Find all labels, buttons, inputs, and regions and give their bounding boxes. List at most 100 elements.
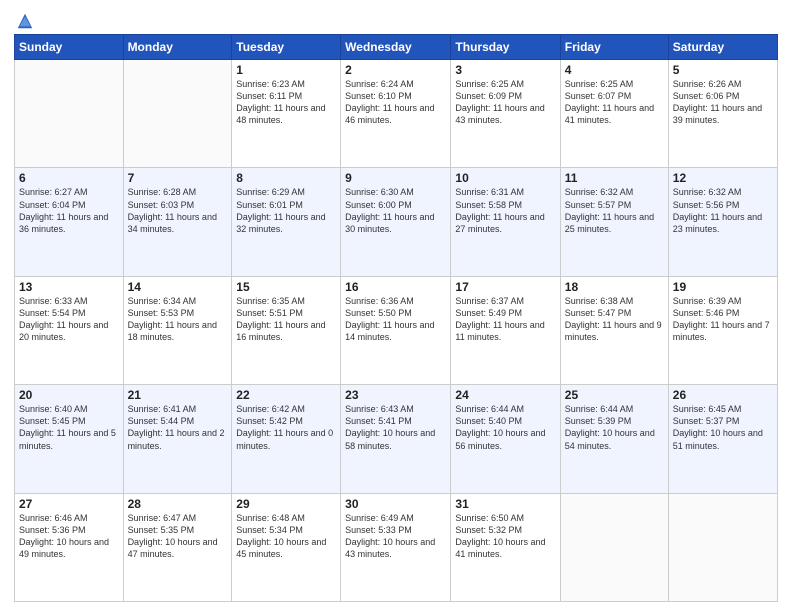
day-number: 9: [345, 171, 446, 185]
calendar-cell: 2Sunrise: 6:24 AM Sunset: 6:10 PM Daylig…: [341, 60, 451, 168]
day-number: 17: [455, 280, 555, 294]
calendar-cell: 8Sunrise: 6:29 AM Sunset: 6:01 PM Daylig…: [232, 168, 341, 276]
header: [14, 10, 778, 28]
calendar-week-row: 6Sunrise: 6:27 AM Sunset: 6:04 PM Daylig…: [15, 168, 778, 276]
calendar-cell: [560, 493, 668, 601]
calendar-week-row: 1Sunrise: 6:23 AM Sunset: 6:11 PM Daylig…: [15, 60, 778, 168]
day-number: 21: [128, 388, 228, 402]
calendar-cell: 17Sunrise: 6:37 AM Sunset: 5:49 PM Dayli…: [451, 276, 560, 384]
day-info: Sunrise: 6:36 AM Sunset: 5:50 PM Dayligh…: [345, 295, 446, 344]
day-number: 18: [565, 280, 664, 294]
calendar-cell: 3Sunrise: 6:25 AM Sunset: 6:09 PM Daylig…: [451, 60, 560, 168]
day-info: Sunrise: 6:45 AM Sunset: 5:37 PM Dayligh…: [673, 403, 773, 452]
day-number: 10: [455, 171, 555, 185]
calendar-table: SundayMondayTuesdayWednesdayThursdayFrid…: [14, 34, 778, 602]
calendar-cell: 22Sunrise: 6:42 AM Sunset: 5:42 PM Dayli…: [232, 385, 341, 493]
calendar-cell: 10Sunrise: 6:31 AM Sunset: 5:58 PM Dayli…: [451, 168, 560, 276]
day-number: 6: [19, 171, 119, 185]
day-header-sunday: Sunday: [15, 35, 124, 60]
calendar-cell: [15, 60, 124, 168]
calendar-cell: 28Sunrise: 6:47 AM Sunset: 5:35 PM Dayli…: [123, 493, 232, 601]
day-info: Sunrise: 6:29 AM Sunset: 6:01 PM Dayligh…: [236, 186, 336, 235]
day-info: Sunrise: 6:32 AM Sunset: 5:56 PM Dayligh…: [673, 186, 773, 235]
day-info: Sunrise: 6:27 AM Sunset: 6:04 PM Dayligh…: [19, 186, 119, 235]
calendar-cell: 30Sunrise: 6:49 AM Sunset: 5:33 PM Dayli…: [341, 493, 451, 601]
day-number: 25: [565, 388, 664, 402]
calendar-cell: 25Sunrise: 6:44 AM Sunset: 5:39 PM Dayli…: [560, 385, 668, 493]
day-number: 23: [345, 388, 446, 402]
day-number: 12: [673, 171, 773, 185]
day-number: 15: [236, 280, 336, 294]
day-info: Sunrise: 6:32 AM Sunset: 5:57 PM Dayligh…: [565, 186, 664, 235]
day-info: Sunrise: 6:44 AM Sunset: 5:39 PM Dayligh…: [565, 403, 664, 452]
day-info: Sunrise: 6:35 AM Sunset: 5:51 PM Dayligh…: [236, 295, 336, 344]
day-number: 3: [455, 63, 555, 77]
calendar-cell: 21Sunrise: 6:41 AM Sunset: 5:44 PM Dayli…: [123, 385, 232, 493]
day-header-thursday: Thursday: [451, 35, 560, 60]
calendar-cell: 14Sunrise: 6:34 AM Sunset: 5:53 PM Dayli…: [123, 276, 232, 384]
day-info: Sunrise: 6:43 AM Sunset: 5:41 PM Dayligh…: [345, 403, 446, 452]
day-number: 28: [128, 497, 228, 511]
calendar-cell: 4Sunrise: 6:25 AM Sunset: 6:07 PM Daylig…: [560, 60, 668, 168]
calendar-week-row: 27Sunrise: 6:46 AM Sunset: 5:36 PM Dayli…: [15, 493, 778, 601]
day-info: Sunrise: 6:46 AM Sunset: 5:36 PM Dayligh…: [19, 512, 119, 561]
day-header-saturday: Saturday: [668, 35, 777, 60]
day-number: 2: [345, 63, 446, 77]
day-number: 19: [673, 280, 773, 294]
day-info: Sunrise: 6:40 AM Sunset: 5:45 PM Dayligh…: [19, 403, 119, 452]
day-number: 7: [128, 171, 228, 185]
logo-icon: [16, 12, 34, 30]
day-info: Sunrise: 6:25 AM Sunset: 6:09 PM Dayligh…: [455, 78, 555, 127]
day-header-tuesday: Tuesday: [232, 35, 341, 60]
day-header-friday: Friday: [560, 35, 668, 60]
day-info: Sunrise: 6:49 AM Sunset: 5:33 PM Dayligh…: [345, 512, 446, 561]
calendar-cell: 24Sunrise: 6:44 AM Sunset: 5:40 PM Dayli…: [451, 385, 560, 493]
day-info: Sunrise: 6:37 AM Sunset: 5:49 PM Dayligh…: [455, 295, 555, 344]
calendar-cell: 15Sunrise: 6:35 AM Sunset: 5:51 PM Dayli…: [232, 276, 341, 384]
day-info: Sunrise: 6:23 AM Sunset: 6:11 PM Dayligh…: [236, 78, 336, 127]
calendar-cell: 19Sunrise: 6:39 AM Sunset: 5:46 PM Dayli…: [668, 276, 777, 384]
day-info: Sunrise: 6:39 AM Sunset: 5:46 PM Dayligh…: [673, 295, 773, 344]
calendar-cell: 6Sunrise: 6:27 AM Sunset: 6:04 PM Daylig…: [15, 168, 124, 276]
day-info: Sunrise: 6:33 AM Sunset: 5:54 PM Dayligh…: [19, 295, 119, 344]
calendar-week-row: 20Sunrise: 6:40 AM Sunset: 5:45 PM Dayli…: [15, 385, 778, 493]
calendar-cell: 20Sunrise: 6:40 AM Sunset: 5:45 PM Dayli…: [15, 385, 124, 493]
calendar-cell: 18Sunrise: 6:38 AM Sunset: 5:47 PM Dayli…: [560, 276, 668, 384]
day-info: Sunrise: 6:41 AM Sunset: 5:44 PM Dayligh…: [128, 403, 228, 452]
day-number: 31: [455, 497, 555, 511]
day-number: 30: [345, 497, 446, 511]
day-number: 27: [19, 497, 119, 511]
calendar-header-row: SundayMondayTuesdayWednesdayThursdayFrid…: [15, 35, 778, 60]
calendar-cell: 26Sunrise: 6:45 AM Sunset: 5:37 PM Dayli…: [668, 385, 777, 493]
day-number: 1: [236, 63, 336, 77]
day-number: 22: [236, 388, 336, 402]
day-info: Sunrise: 6:34 AM Sunset: 5:53 PM Dayligh…: [128, 295, 228, 344]
calendar-cell: 12Sunrise: 6:32 AM Sunset: 5:56 PM Dayli…: [668, 168, 777, 276]
day-number: 24: [455, 388, 555, 402]
calendar-cell: 1Sunrise: 6:23 AM Sunset: 6:11 PM Daylig…: [232, 60, 341, 168]
day-info: Sunrise: 6:25 AM Sunset: 6:07 PM Dayligh…: [565, 78, 664, 127]
day-header-wednesday: Wednesday: [341, 35, 451, 60]
day-info: Sunrise: 6:24 AM Sunset: 6:10 PM Dayligh…: [345, 78, 446, 127]
calendar-cell: 9Sunrise: 6:30 AM Sunset: 6:00 PM Daylig…: [341, 168, 451, 276]
day-info: Sunrise: 6:44 AM Sunset: 5:40 PM Dayligh…: [455, 403, 555, 452]
day-info: Sunrise: 6:30 AM Sunset: 6:00 PM Dayligh…: [345, 186, 446, 235]
calendar-cell: 16Sunrise: 6:36 AM Sunset: 5:50 PM Dayli…: [341, 276, 451, 384]
day-info: Sunrise: 6:47 AM Sunset: 5:35 PM Dayligh…: [128, 512, 228, 561]
day-number: 26: [673, 388, 773, 402]
day-info: Sunrise: 6:38 AM Sunset: 5:47 PM Dayligh…: [565, 295, 664, 344]
calendar-cell: 29Sunrise: 6:48 AM Sunset: 5:34 PM Dayli…: [232, 493, 341, 601]
calendar-cell: 27Sunrise: 6:46 AM Sunset: 5:36 PM Dayli…: [15, 493, 124, 601]
day-info: Sunrise: 6:48 AM Sunset: 5:34 PM Dayligh…: [236, 512, 336, 561]
page: SundayMondayTuesdayWednesdayThursdayFrid…: [0, 0, 792, 612]
day-number: 11: [565, 171, 664, 185]
day-header-monday: Monday: [123, 35, 232, 60]
day-info: Sunrise: 6:42 AM Sunset: 5:42 PM Dayligh…: [236, 403, 336, 452]
day-info: Sunrise: 6:28 AM Sunset: 6:03 PM Dayligh…: [128, 186, 228, 235]
day-number: 8: [236, 171, 336, 185]
day-number: 13: [19, 280, 119, 294]
day-info: Sunrise: 6:50 AM Sunset: 5:32 PM Dayligh…: [455, 512, 555, 561]
calendar-cell: 23Sunrise: 6:43 AM Sunset: 5:41 PM Dayli…: [341, 385, 451, 493]
day-number: 14: [128, 280, 228, 294]
day-number: 20: [19, 388, 119, 402]
